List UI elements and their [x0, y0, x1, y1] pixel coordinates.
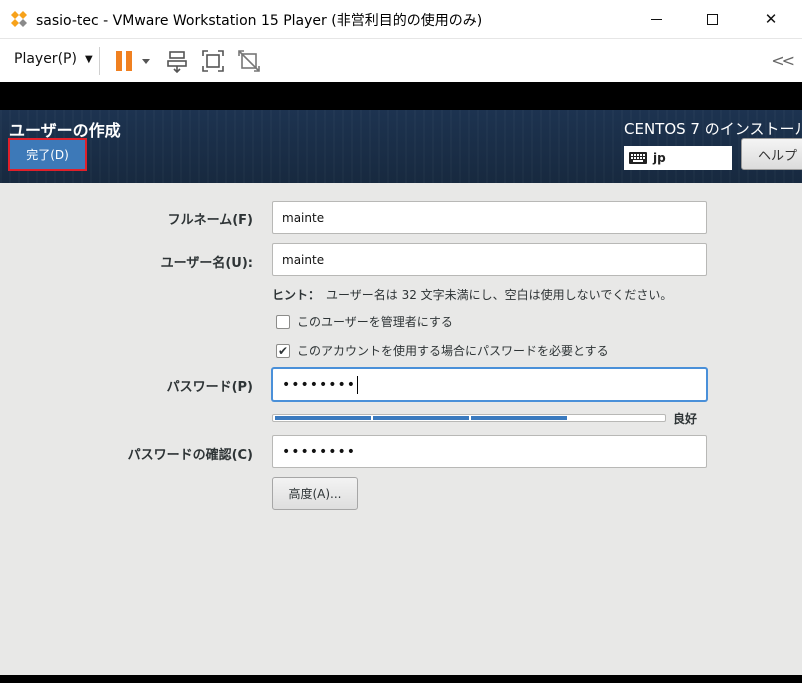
- username-value: mainte: [282, 252, 325, 267]
- advanced-button[interactable]: 高度(A)...: [272, 477, 358, 510]
- window-titlebar: sasio-tec - VMware Workstation 15 Player…: [0, 0, 802, 38]
- require-password-checkbox[interactable]: ✔: [276, 343, 290, 358]
- maximize-button[interactable]: [689, 0, 735, 38]
- window-title: sasio-tec - VMware Workstation 15 Player…: [36, 13, 483, 29]
- confirm-password-label: パスワードの確認(C): [127, 448, 253, 463]
- password-strength-meter: [272, 414, 666, 422]
- fullname-field[interactable]: mainte: [272, 201, 707, 234]
- text-caret: [357, 375, 359, 394]
- collapse-toolbar-icon[interactable]: <<: [771, 51, 795, 70]
- admin-checkbox[interactable]: [276, 314, 290, 329]
- fullname-value: mainte: [282, 210, 325, 225]
- done-button[interactable]: 完了(D): [8, 138, 87, 171]
- keyboard-layout-label: jp: [653, 151, 666, 165]
- product-title: CENTOS 7 のインストール: [624, 120, 802, 138]
- password-field[interactable]: ••••••••: [272, 368, 707, 401]
- fullname-label: フルネーム(F): [167, 213, 253, 228]
- confirm-password-field[interactable]: ••••••••: [272, 435, 707, 468]
- pause-icon[interactable]: [113, 49, 137, 73]
- require-password-checkbox-label: このアカウントを使用する場合にパスワードを必要とする: [297, 344, 609, 358]
- password-label: パスワード(P): [166, 380, 253, 395]
- maximize-icon: [706, 13, 718, 25]
- unity-mode-icon[interactable]: [237, 49, 261, 73]
- player-menu-label: Player(P): [14, 51, 77, 67]
- power-options-dropdown-icon[interactable]: [139, 49, 153, 73]
- strength-segment-3: [471, 416, 567, 420]
- removable-devices-icon[interactable]: [165, 49, 189, 73]
- checkmark-icon: ✔: [277, 343, 289, 358]
- vm-screen-top-bar: [0, 82, 802, 110]
- vm-screen-bottom-bar: [0, 675, 802, 683]
- vmware-player-icon: [10, 10, 28, 28]
- player-toolbar: Player(P) ▼ <<: [0, 38, 802, 82]
- toolbar-separator: [99, 47, 100, 75]
- keyboard-layout-indicator[interactable]: jp: [624, 146, 732, 170]
- strength-segment-1: [275, 416, 371, 420]
- close-button[interactable]: ✕: [748, 0, 794, 38]
- chevron-down-icon: ▼: [84, 53, 93, 65]
- username-field[interactable]: mainte: [272, 243, 707, 276]
- strength-segment-2: [373, 416, 469, 420]
- minimize-button[interactable]: [633, 0, 679, 38]
- hint-text: ユーザー名は 32 文字未満にし、空白は使用しないでください。: [326, 288, 673, 302]
- keyboard-icon: [629, 152, 647, 164]
- password-value: ••••••••: [282, 376, 357, 393]
- full-screen-icon[interactable]: [201, 49, 225, 73]
- admin-checkbox-row[interactable]: このユーザーを管理者にする: [276, 313, 453, 330]
- confirm-password-value: ••••••••: [282, 443, 357, 460]
- player-menu-button[interactable]: Player(P) ▼: [14, 51, 93, 67]
- admin-checkbox-label: このユーザーを管理者にする: [297, 315, 453, 329]
- username-hint: ヒント： ユーザー名は 32 文字未満にし、空白は使用しないでください。: [272, 286, 672, 303]
- password-strength-label: 良好: [673, 412, 698, 426]
- help-button[interactable]: ヘルプ: [741, 138, 802, 170]
- minimize-icon: [650, 18, 662, 20]
- username-label: ユーザー名(U):: [160, 256, 253, 271]
- require-password-checkbox-row[interactable]: ✔ このアカウントを使用する場合にパスワードを必要とする: [276, 342, 609, 359]
- hint-title: ヒント：: [272, 288, 321, 302]
- close-icon: ✕: [764, 10, 778, 28]
- installer-header: ユーザーの作成 完了(D) CENTOS 7 のインストール jp ヘルプ: [0, 110, 802, 183]
